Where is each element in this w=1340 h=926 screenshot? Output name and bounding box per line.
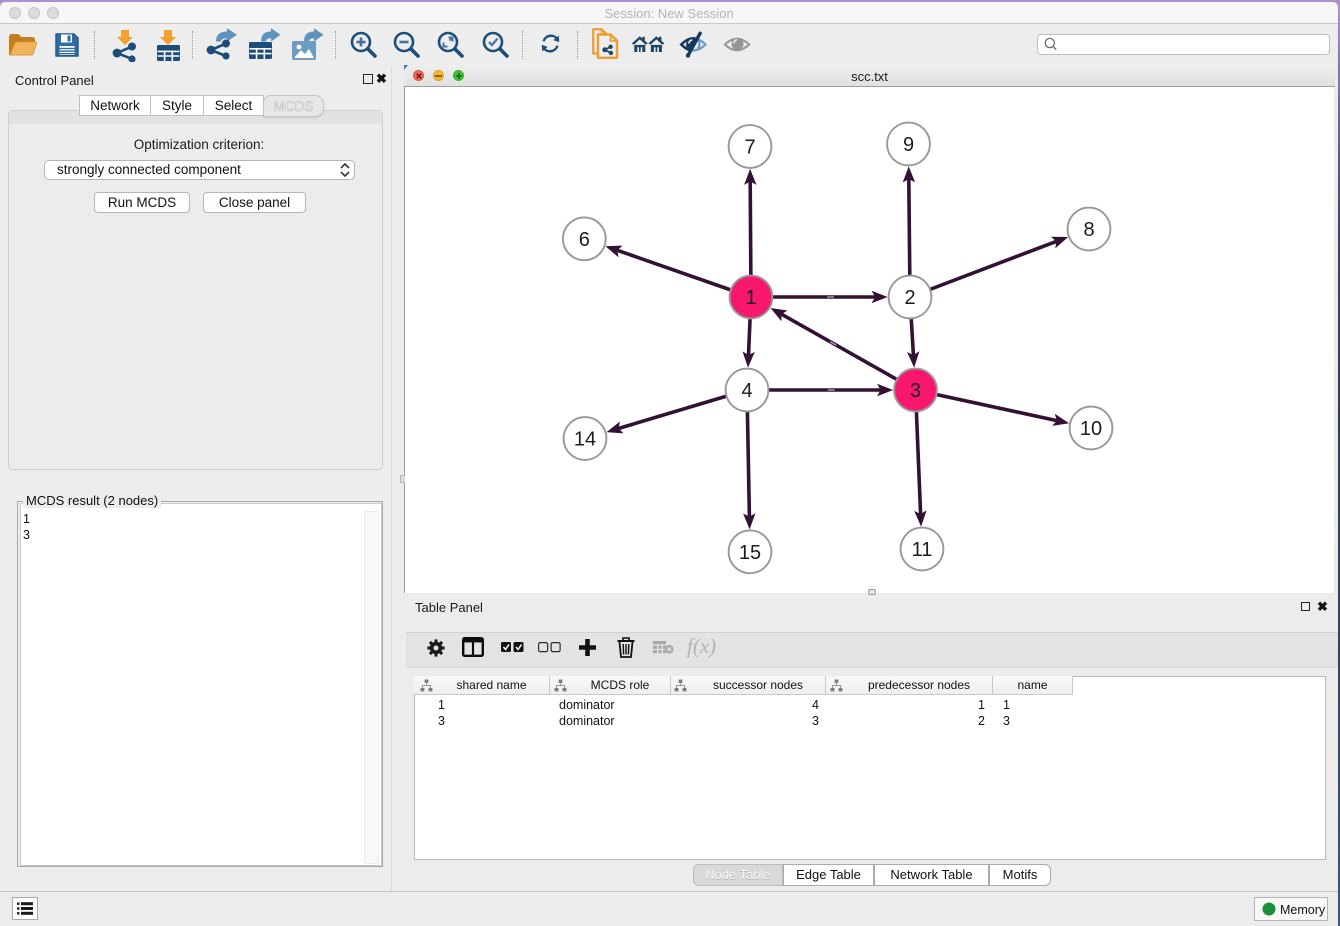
svg-text:7: 7 [744,137,755,159]
svg-text:6: 6 [579,229,590,251]
svg-text:3: 3 [910,380,921,402]
svg-text:10: 10 [1080,418,1102,440]
svg-text:4: 4 [741,380,752,402]
svg-text:1: 1 [745,287,756,309]
svg-text:2: 2 [904,287,915,309]
svg-text:9: 9 [903,134,914,156]
svg-text:8: 8 [1083,219,1094,241]
svg-text:14: 14 [574,429,596,451]
svg-text:11: 11 [912,539,933,561]
svg-text:15: 15 [739,542,761,564]
